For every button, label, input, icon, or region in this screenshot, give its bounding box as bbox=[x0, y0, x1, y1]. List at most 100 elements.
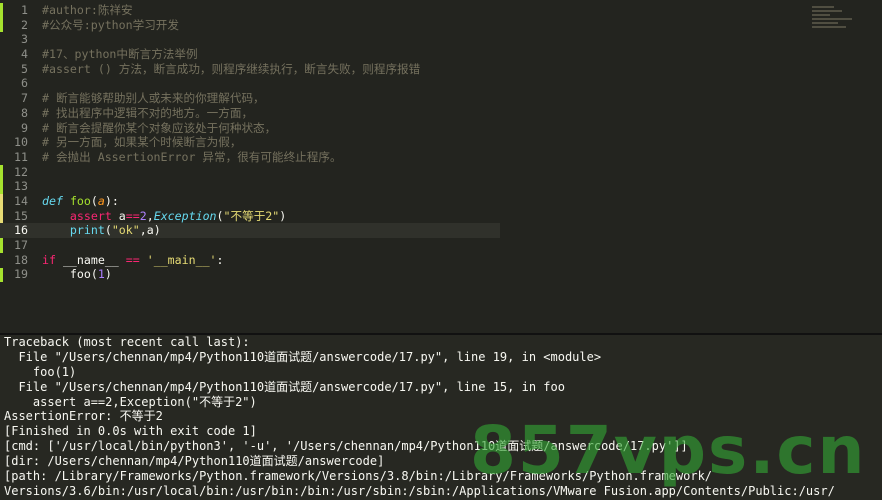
minimap-line bbox=[812, 6, 834, 8]
code-line[interactable]: 16 print("ok",a) bbox=[0, 223, 500, 238]
code-line[interactable]: 9 # 断言会提醒你某个对象应该处于何种状态， bbox=[0, 121, 500, 136]
code-token: a bbox=[97, 193, 105, 208]
code-token: ( bbox=[90, 193, 98, 208]
line-number: 17 bbox=[14, 238, 28, 252]
code-line[interactable]: 19 foo(1) bbox=[0, 267, 500, 282]
line-number: 18 bbox=[14, 252, 28, 267]
code-token: '__main__' bbox=[146, 252, 217, 267]
code-text[interactable]: #公众号:python学习开发 bbox=[42, 18, 179, 33]
code-line[interactable]: 12 bbox=[0, 165, 500, 180]
code-token: a bbox=[111, 208, 126, 223]
code-line[interactable]: 1 #author:陈祥安 bbox=[0, 3, 500, 18]
code-token: # 会抛出 AssertionError 异常，很有可能终止程序。 bbox=[42, 149, 342, 164]
code-token: ,a) bbox=[139, 223, 161, 238]
code-token: # 另一方面，如果某个时候断言为假， bbox=[42, 135, 242, 150]
code-token: #assert () 方法，断言成功，则程序继续执行，断言失败，则程序报错 bbox=[42, 61, 421, 76]
line-number: 19 bbox=[14, 267, 28, 282]
console-line: foo(1) bbox=[4, 364, 77, 379]
code-line[interactable]: 5 #assert () 方法，断言成功，则程序继续执行，断言失败，则程序报错 bbox=[0, 62, 500, 77]
code-token: "不等于2" bbox=[223, 208, 280, 223]
code-line[interactable]: 3 bbox=[0, 32, 500, 47]
code-token: def bbox=[42, 193, 63, 208]
code-text[interactable]: # 断言能够帮助别人或未来的你理解代码， bbox=[42, 91, 265, 106]
line-number: 7 bbox=[21, 91, 28, 106]
code-text[interactable]: def foo(a): bbox=[42, 194, 119, 209]
code-token: ): bbox=[104, 193, 119, 208]
line-number: 12 bbox=[14, 164, 28, 179]
watermark: 857vps.cn bbox=[470, 412, 867, 489]
code-text[interactable]: # 找出程序中逻辑不对的地方。一方面， bbox=[42, 106, 253, 121]
line-number: 16 bbox=[14, 223, 28, 238]
code-line[interactable]: 4 #17、python中断言方法举例 bbox=[0, 47, 500, 62]
code-token: if bbox=[42, 252, 56, 267]
code-text[interactable]: #author:陈祥安 bbox=[42, 3, 133, 18]
code-token: # 断言能够帮助别人或未来的你理解代码， bbox=[42, 91, 265, 106]
line-number: 8 bbox=[21, 105, 28, 120]
code-line[interactable]: 10 # 另一方面，如果某个时候断言为假， bbox=[0, 135, 500, 150]
line-number: 3 bbox=[21, 32, 28, 47]
line-number: 9 bbox=[21, 120, 28, 135]
code-token: 1 bbox=[97, 267, 105, 282]
console-line: File "/Users/chennan/mp4/Python110道面试题/a… bbox=[4, 349, 602, 364]
code-line[interactable]: 11 # 会抛出 AssertionError 异常，很有可能终止程序。 bbox=[0, 150, 500, 165]
minimap-line bbox=[812, 18, 852, 20]
code-token: #17、python中断言方法举例 bbox=[42, 47, 198, 62]
code-token: #公众号:python学习开发 bbox=[42, 17, 179, 32]
line-number: 15 bbox=[14, 208, 28, 223]
code-token: ) bbox=[104, 267, 112, 282]
code-token: # 找出程序中逻辑不对的地方。一方面， bbox=[42, 105, 254, 120]
line-number: 5 bbox=[21, 61, 28, 76]
minimap-line bbox=[812, 22, 838, 24]
code-text[interactable]: assert a==2,Exception("不等于2") bbox=[42, 209, 286, 224]
line-number: 6 bbox=[21, 76, 28, 91]
code-token: # 断言会提醒你某个对象应该处于何种状态， bbox=[42, 120, 277, 135]
code-line[interactable]: 14 def foo(a): bbox=[0, 194, 500, 209]
line-number: 4 bbox=[21, 47, 28, 62]
code-token: Exception bbox=[153, 208, 217, 223]
console-line: File "/Users/chennan/mp4/Python110道面试题/a… bbox=[4, 379, 565, 394]
line-number: 11 bbox=[14, 149, 28, 164]
code-line[interactable]: 2 #公众号:python学习开发 bbox=[0, 18, 500, 33]
code-text[interactable]: foo(1) bbox=[42, 267, 112, 282]
code-text[interactable]: # 断言会提醒你某个对象应该处于何种状态， bbox=[42, 121, 276, 136]
code-editor[interactable]: 1 #author:陈祥安 2 #公众号:python学习开发 3 4 #17、python… bbox=[0, 0, 882, 333]
line-number: 2 bbox=[21, 17, 28, 32]
code-token: ( bbox=[216, 208, 224, 223]
code-text[interactable]: # 另一方面，如果某个时候断言为假， bbox=[42, 135, 241, 150]
minimap[interactable] bbox=[812, 4, 860, 38]
code-line[interactable]: 7 # 断言能够帮助别人或未来的你理解代码， bbox=[0, 91, 500, 106]
minimap-line bbox=[812, 10, 842, 12]
code-token: #author:陈祥安 bbox=[42, 3, 133, 17]
code-token: print bbox=[69, 223, 105, 238]
code-line[interactable]: 6 bbox=[0, 76, 500, 91]
line-number: 13 bbox=[14, 179, 28, 194]
code-line[interactable]: 17 bbox=[0, 238, 500, 253]
line-number: 1 bbox=[21, 3, 28, 17]
code-line[interactable]: 8 # 找出程序中逻辑不对的地方。一方面， bbox=[0, 106, 500, 121]
code-token: 2 bbox=[139, 208, 147, 223]
code-token: __name__ bbox=[55, 252, 126, 267]
code-line[interactable]: 13 bbox=[0, 179, 500, 194]
code-token: ) bbox=[279, 208, 287, 223]
code-text[interactable]: # 会抛出 AssertionError 异常，很有可能终止程序。 bbox=[42, 150, 342, 165]
line-number: 10 bbox=[14, 135, 28, 150]
minimap-line bbox=[812, 14, 830, 16]
line-number: 14 bbox=[14, 193, 28, 208]
code-token: foo bbox=[69, 193, 91, 208]
code-text[interactable]: if __name__ == '__main__': bbox=[42, 253, 224, 268]
console-line: Traceback (most recent call last): bbox=[4, 335, 250, 349]
minimap-line bbox=[812, 26, 846, 28]
code-line[interactable]: 15 assert a==2,Exception("不等于2") bbox=[0, 209, 500, 224]
code-token: foo( bbox=[42, 267, 98, 282]
code-token: == bbox=[125, 208, 140, 223]
code-text[interactable]: print("ok",a) bbox=[42, 223, 161, 238]
code-text[interactable]: #17、python中断言方法举例 bbox=[42, 47, 198, 62]
code-token: assert bbox=[69, 208, 112, 223]
code-lines[interactable]: 1 #author:陈祥安 2 #公众号:python学习开发 3 4 #17、python… bbox=[0, 3, 500, 282]
code-line[interactable]: 18 if __name__ == '__main__': bbox=[0, 253, 500, 268]
code-text[interactable]: #assert () 方法，断言成功，则程序继续执行，断言失败，则程序报错 bbox=[42, 62, 420, 77]
